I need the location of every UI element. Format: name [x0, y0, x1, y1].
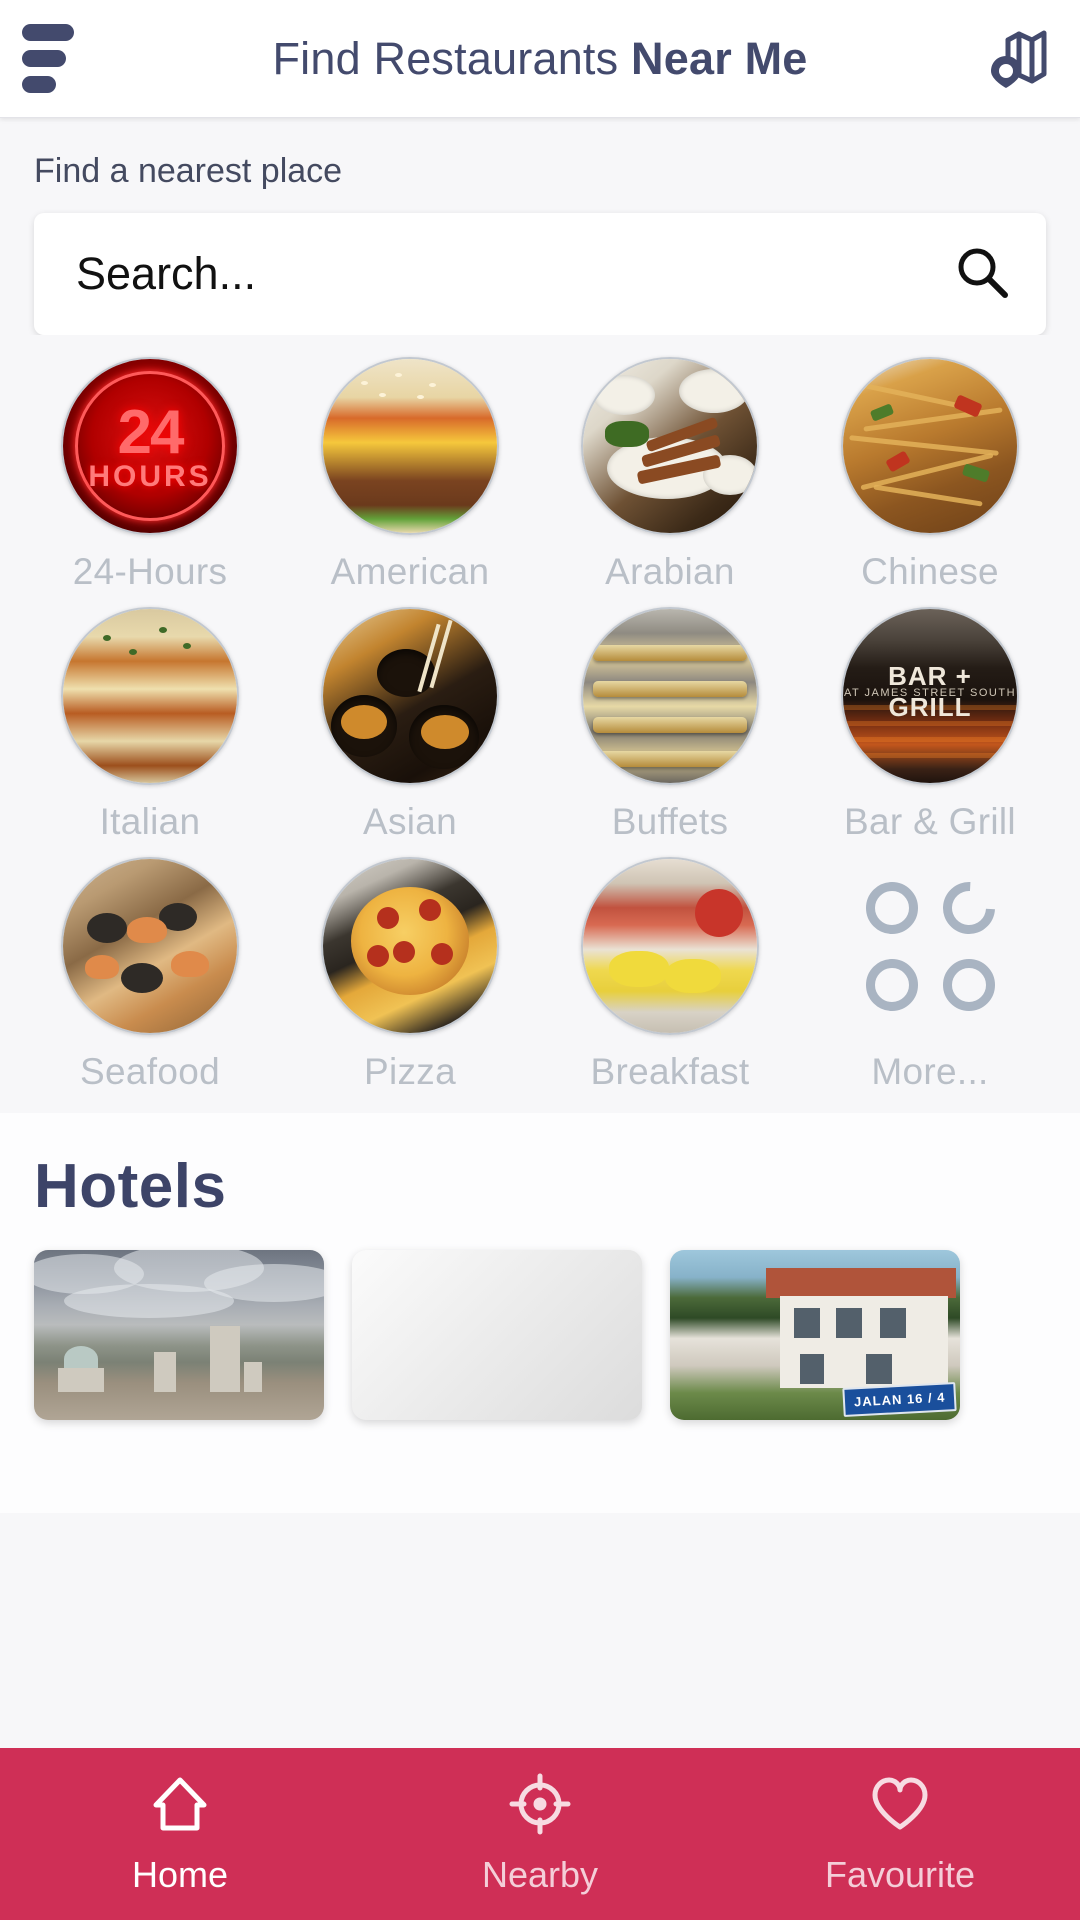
nav-item-nearby[interactable]: Nearby: [360, 1773, 720, 1896]
category-thumb-24-hours: 24 HOURS: [61, 357, 239, 535]
category-panel: 24 HOURS 24-Hours American Arabian Chine…: [0, 335, 1080, 1093]
category-item-chinese[interactable]: Chinese: [800, 357, 1060, 593]
hotels-carousel[interactable]: JALAN 16 / 4: [34, 1250, 1046, 1420]
hamburger-bar: [22, 50, 66, 67]
category-item-arabian[interactable]: Arabian: [540, 357, 800, 593]
nav-label-nearby: Nearby: [481, 1853, 599, 1895]
nav-label-home: Home: [131, 1853, 229, 1895]
search-box[interactable]: [34, 213, 1046, 335]
category-label: American: [330, 551, 490, 592]
category-thumb-arabian: [581, 357, 759, 535]
hotel-card[interactable]: JALAN 16 / 4: [670, 1250, 960, 1420]
home-icon: [149, 1773, 211, 1840]
category-thumb-asian: [321, 607, 499, 785]
category-label: Italian: [99, 801, 201, 842]
more-circles-icon: [841, 857, 1019, 1035]
more-circle: [865, 881, 918, 934]
search-icon[interactable]: [954, 244, 1010, 305]
category-item-american[interactable]: American: [280, 357, 540, 593]
search-section: Find a nearest place: [0, 118, 1080, 335]
hotels-section: Hotels JALAN 16 / 4: [0, 1113, 1080, 1513]
category-item-pizza[interactable]: Pizza: [280, 857, 540, 1093]
nav-item-home[interactable]: Home: [0, 1773, 360, 1896]
hotels-heading: Hotels: [34, 1152, 227, 1221]
category-label: Arabian: [605, 551, 735, 592]
category-label: Buffets: [611, 801, 729, 842]
more-circle: [942, 958, 995, 1011]
hotel-card[interactable]: [352, 1250, 642, 1420]
more-circle-open: [931, 870, 1006, 945]
hamburger-bar: [22, 24, 74, 41]
hamburger-bar: [22, 76, 56, 93]
category-label: More...: [871, 1051, 989, 1092]
category-item-bar-grill[interactable]: BAR + GRILL AT JAMES STREET SOUTH Bar & …: [800, 607, 1060, 843]
category-item-24-hours[interactable]: 24 HOURS 24-Hours: [20, 357, 280, 593]
category-label: Bar & Grill: [844, 801, 1016, 842]
category-thumb-seafood: [61, 857, 239, 1035]
nav-label-favourite: Favourite: [824, 1853, 976, 1895]
category-item-italian[interactable]: Italian: [20, 607, 280, 843]
search-section-label: Find a nearest place: [34, 152, 343, 190]
category-thumb-italian: [61, 607, 239, 785]
category-item-buffets[interactable]: Buffets: [540, 607, 800, 843]
street-sign-label: JALAN 16 / 4: [841, 1382, 957, 1417]
hotel-card[interactable]: [34, 1250, 324, 1420]
page-title: Find Restaurants Near Me: [0, 33, 1080, 85]
app-bar: Find Restaurants Near Me: [0, 0, 1080, 118]
category-label: Breakfast: [590, 1051, 750, 1092]
map-pin-icon[interactable]: [982, 23, 1054, 95]
nav-item-favourite[interactable]: Favourite: [720, 1773, 1080, 1896]
bar-grill-overlay-line2: AT JAMES STREET SOUTH: [843, 687, 1017, 700]
category-label: Chinese: [861, 551, 999, 592]
category-label: 24-Hours: [72, 551, 228, 592]
category-label: Asian: [362, 801, 458, 842]
bottom-navigation-bar: Home Nearby Favourite: [0, 1748, 1080, 1920]
category-label: Seafood: [80, 1051, 220, 1092]
category-thumb-breakfast: [581, 857, 759, 1035]
category-grid: 24 HOURS 24-Hours American Arabian Chine…: [20, 357, 1060, 1093]
target-icon: [509, 1773, 571, 1840]
category-thumb-buffets: [581, 607, 759, 785]
page-title-bold: Near Me: [631, 32, 808, 84]
category-thumb-pizza: [321, 857, 499, 1035]
category-thumb-bar-grill: BAR + GRILL AT JAMES STREET SOUTH: [841, 607, 1019, 785]
category-thumb-chinese: [841, 357, 1019, 535]
category-item-breakfast[interactable]: Breakfast: [540, 857, 800, 1093]
category-item-asian[interactable]: Asian: [280, 607, 540, 843]
category-item-more[interactable]: More...: [800, 857, 1060, 1093]
category-label: Pizza: [364, 1051, 456, 1092]
more-circle: [865, 958, 918, 1011]
page-title-light: Find Restaurants: [272, 32, 632, 84]
hamburger-menu-icon[interactable]: [22, 24, 118, 93]
category-item-seafood[interactable]: Seafood: [20, 857, 280, 1093]
heart-icon: [869, 1773, 931, 1840]
search-input[interactable]: [76, 248, 954, 300]
category-thumb-american: [321, 357, 499, 535]
